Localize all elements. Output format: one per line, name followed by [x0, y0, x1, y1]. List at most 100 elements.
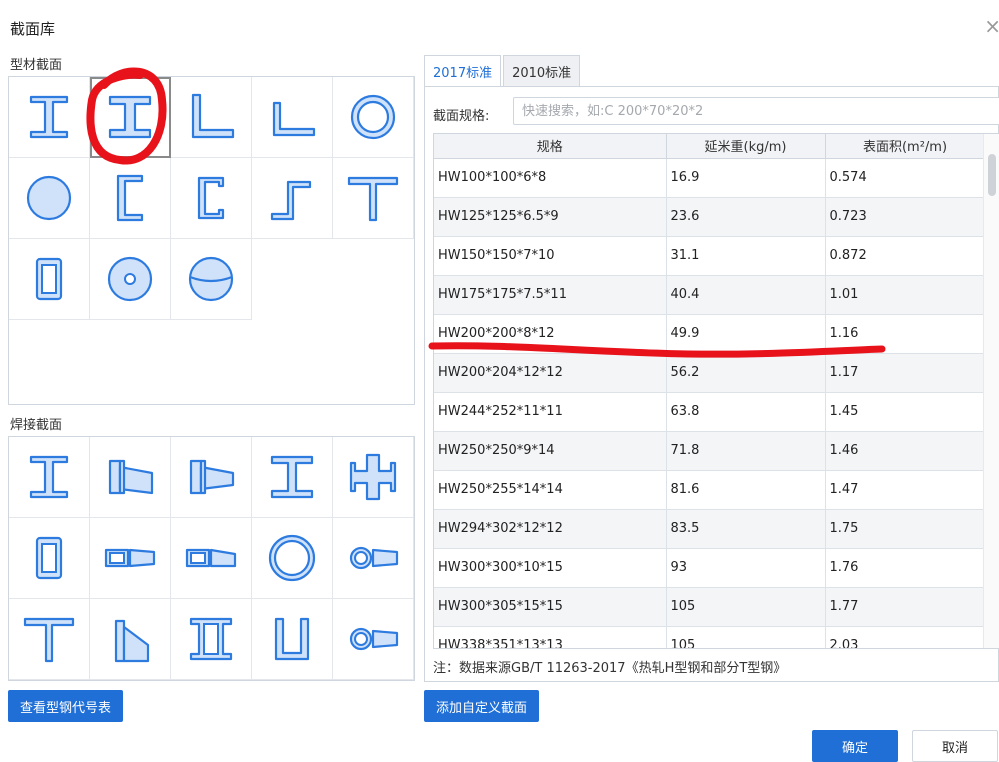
- table-row[interactable]: HW200*200*8*12 49.9 1.16: [434, 314, 986, 354]
- close-icon[interactable]: ×: [984, 14, 999, 38]
- tapered-i-icon[interactable]: [90, 437, 171, 518]
- table-row[interactable]: HW300*305*15*15 105 1.77: [434, 587, 986, 627]
- table-row[interactable]: HW294*302*12*12 83.5 1.75: [434, 509, 986, 549]
- cell-weight: 49.9: [666, 314, 826, 354]
- tee-section-icon[interactable]: [333, 158, 414, 239]
- view-steel-codes-button[interactable]: 查看型钢代号表: [8, 690, 124, 722]
- cell-area: 2.03: [825, 626, 986, 648]
- cell-weight: 63.8: [666, 392, 826, 432]
- box-tapered-icon[interactable]: [90, 518, 171, 599]
- ok-button[interactable]: 确定: [812, 730, 899, 762]
- table-body: HW100*100*6*8 16.9 0.574 HW125*125*6.5*9 23.…: [434, 158, 986, 648]
- weld-section-label: 焊接截面: [10, 418, 63, 433]
- col-header-spec[interactable]: 规格: [434, 134, 667, 159]
- standard-tabs: 2017标准 2010标准: [424, 55, 582, 87]
- cell-spec: HW200*204*12*12: [434, 353, 667, 393]
- cell-spec: HW244*252*11*11: [434, 392, 667, 432]
- cell-area: 1.77: [825, 587, 986, 627]
- col-header-weight[interactable]: 延米重(kg/m): [666, 134, 826, 159]
- cell-weight: 81.6: [666, 470, 826, 510]
- cell-spec: HW250*255*14*14: [434, 470, 667, 510]
- equal-angle-icon[interactable]: [252, 77, 333, 158]
- tapered-tee-icon[interactable]: [90, 599, 171, 680]
- table-row[interactable]: HW300*300*10*15 93 1.76: [434, 548, 986, 588]
- h-beam-icon[interactable]: [90, 77, 171, 158]
- table-row[interactable]: HW250*250*9*14 71.8 1.46: [434, 431, 986, 471]
- cell-area: 1.75: [825, 509, 986, 549]
- table-row[interactable]: HW125*125*6.5*9 23.6 0.723: [434, 197, 986, 237]
- cell-spec: HW250*250*9*14: [434, 431, 667, 471]
- welded-i-icon[interactable]: [9, 437, 90, 518]
- cell-area: 1.17: [825, 353, 986, 393]
- cell-spec: HW125*125*6.5*9: [434, 197, 667, 237]
- profile-section-label: 型材截面: [10, 58, 63, 73]
- data-source-note: 注：数据来源GB/T 11263-2017《热轧H型钢和部分T型钢》: [433, 661, 787, 676]
- cell-spec: HW150*150*7*10: [434, 236, 667, 276]
- i-beam-icon[interactable]: [9, 77, 90, 158]
- search-input[interactable]: [513, 97, 999, 125]
- col-header-area[interactable]: 表面积(m²/m): [825, 134, 986, 159]
- tapered-i-2-icon[interactable]: [171, 437, 252, 518]
- welded-tee-icon[interactable]: [9, 599, 90, 680]
- cell-spec: HW200*200*8*12: [434, 314, 667, 354]
- scroll-thumb[interactable]: [988, 154, 996, 196]
- welded-box-icon[interactable]: [9, 518, 90, 599]
- cell-weight: 16.9: [666, 158, 826, 198]
- hollow-round-icon[interactable]: [90, 239, 171, 320]
- rectangular-tube-icon[interactable]: [9, 239, 90, 320]
- weld-grid: [8, 436, 415, 681]
- cell-area: 1.46: [825, 431, 986, 471]
- cell-weight: 40.4: [666, 275, 826, 315]
- profile-grid: [8, 76, 415, 405]
- cell-area: 1.47: [825, 470, 986, 510]
- z-section-icon[interactable]: [252, 158, 333, 239]
- u-section-icon[interactable]: [252, 599, 333, 680]
- lipped-channel-icon[interactable]: [171, 158, 252, 239]
- cell-spec: HW294*302*12*12: [434, 509, 667, 549]
- table-row[interactable]: HW175*175*7.5*11 40.4 1.01: [434, 275, 986, 315]
- cell-spec: HW300*300*10*15: [434, 548, 667, 588]
- cell-weight: 105: [666, 587, 826, 627]
- cell-weight: 23.6: [666, 197, 826, 237]
- spec-table-container: 规格 延米重(kg/m) 表面积(m²/m) HW100*100*6*8 16.9…: [433, 133, 999, 649]
- table-row[interactable]: HW338*351*13*13 105 2.03: [434, 626, 986, 648]
- cell-spec: HW100*100*6*8: [434, 158, 667, 198]
- table-scrollbar[interactable]: [983, 134, 999, 648]
- add-custom-section-button[interactable]: 添加自定义截面: [424, 690, 540, 722]
- welded-circle-icon[interactable]: [252, 518, 333, 599]
- cell-area: 1.76: [825, 548, 986, 588]
- channel-icon[interactable]: [90, 158, 171, 239]
- cell-area: 1.16: [825, 314, 986, 354]
- cancel-button[interactable]: 取消: [912, 730, 998, 762]
- table-row[interactable]: HW150*150*7*10 31.1 0.872: [434, 236, 986, 276]
- table-row[interactable]: HW100*100*6*8 16.9 0.574: [434, 158, 986, 198]
- box-tapered-2-icon[interactable]: [171, 518, 252, 599]
- circle-tapered-icon[interactable]: [333, 518, 414, 599]
- cell-weight: 71.8: [666, 431, 826, 471]
- search-label: 截面规格:: [433, 109, 490, 124]
- cross-section-icon[interactable]: [333, 437, 414, 518]
- dialog-title: 截面库: [10, 20, 56, 38]
- solid-circle-icon[interactable]: [9, 158, 90, 239]
- table-row[interactable]: HW244*252*11*11 63.8 1.45: [434, 392, 986, 432]
- table-header-row: 规格 延米重(kg/m) 表面积(m²/m): [434, 134, 986, 159]
- tab-2017-standard[interactable]: 2017标准: [424, 55, 502, 87]
- cell-area: 0.574: [825, 158, 986, 198]
- tab-2010-standard[interactable]: 2010标准: [503, 55, 581, 87]
- cell-area: 1.01: [825, 275, 986, 315]
- cell-weight: 83.5: [666, 509, 826, 549]
- profile-grid-cells: [9, 77, 414, 320]
- double-i-icon[interactable]: [171, 599, 252, 680]
- cell-area: 0.723: [825, 197, 986, 237]
- welded-h-icon[interactable]: [252, 437, 333, 518]
- weld-grid-cells: [9, 437, 414, 680]
- cell-weight: 56.2: [666, 353, 826, 393]
- table-row[interactable]: HW250*255*14*14 81.6 1.47: [434, 470, 986, 510]
- cell-area: 0.872: [825, 236, 986, 276]
- round-split-icon[interactable]: [171, 239, 252, 320]
- circular-tube-icon[interactable]: [333, 77, 414, 158]
- unequal-angle-icon[interactable]: [171, 77, 252, 158]
- circle-tapered-2-icon[interactable]: [333, 599, 414, 680]
- cell-weight: 93: [666, 548, 826, 588]
- table-row[interactable]: HW200*204*12*12 56.2 1.17: [434, 353, 986, 393]
